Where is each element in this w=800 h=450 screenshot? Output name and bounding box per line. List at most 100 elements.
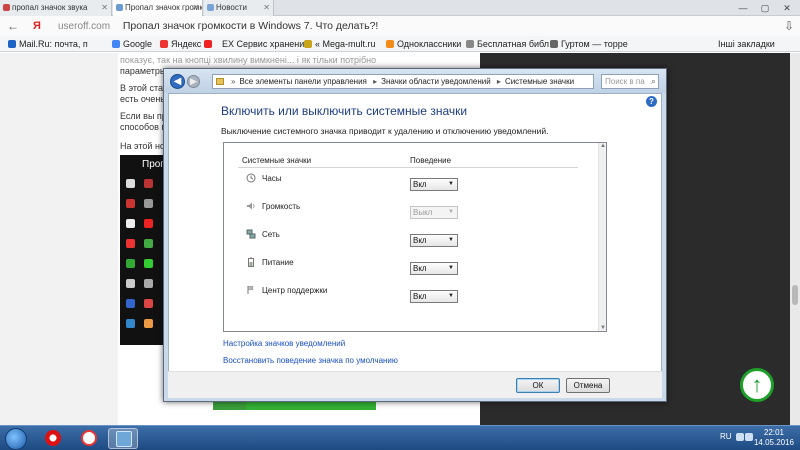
speaker-icon xyxy=(247,202,255,210)
tray-flag-icon[interactable] xyxy=(736,433,744,441)
forward-arrow-icon[interactable]: ▶ xyxy=(187,75,200,88)
flag-icon xyxy=(247,286,254,294)
tab-label: Новости xyxy=(216,3,247,12)
close-tab-icon[interactable]: ✕ xyxy=(101,0,108,16)
address-bar[interactable]: useroff.com Пропал значок громкости в Wi… xyxy=(58,19,778,33)
yandex-icon xyxy=(160,40,168,48)
close-tab-icon[interactable]: ✕ xyxy=(263,0,270,16)
maximize-icon[interactable]: ▢ xyxy=(754,0,776,16)
chevron-down-icon: ▼ xyxy=(448,293,454,299)
battery-icon xyxy=(248,257,254,267)
download-icon[interactable]: ⇩ xyxy=(782,19,796,33)
clock-behavior-select[interactable]: Вкл ▼ xyxy=(410,178,458,191)
window-footer: ОК Отмена xyxy=(168,371,662,398)
cancel-button[interactable]: Отмена xyxy=(566,378,610,393)
taskbar-opera[interactable] xyxy=(38,428,68,449)
thumb-app-icon xyxy=(126,199,135,208)
page-title: Пропал значок громкости в Windows 7. Что… xyxy=(122,20,379,32)
page-heading: Включить или выключить системные значки xyxy=(221,104,468,118)
favicon-icon xyxy=(207,4,214,11)
favicon-icon xyxy=(3,4,10,11)
back-arrow-icon[interactable]: ← xyxy=(6,19,20,33)
thumb-app-icon xyxy=(144,259,153,268)
clock-date: 14.05.2016 xyxy=(753,438,795,447)
taskbar-yandex-browser[interactable] xyxy=(74,428,104,449)
breadcrumb-item[interactable]: Значки области уведомлений xyxy=(381,77,491,86)
action-center-behavior-select[interactable]: Вкл ▼ xyxy=(410,290,458,303)
breadcrumb-item[interactable]: Все элементы панели управления xyxy=(239,77,366,86)
yandex-browser-icon xyxy=(81,430,97,446)
thumb-app-icon xyxy=(126,179,135,188)
yandex-logo-icon[interactable]: Я xyxy=(30,19,44,33)
network-behavior-select[interactable]: Вкл ▼ xyxy=(410,234,458,247)
bookmark-gurtom[interactable]: Гуртом — торре xyxy=(550,36,628,51)
scrollbar-thumb[interactable] xyxy=(792,285,798,305)
ok-button[interactable]: ОК xyxy=(516,378,560,393)
thumb-app-icon xyxy=(126,239,135,248)
breadcrumb-item[interactable]: Системные значки xyxy=(505,77,574,86)
favicon-icon xyxy=(116,4,123,11)
bookmark-mega-mult[interactable]: « Mega-mult.ru xyxy=(304,36,376,51)
odnoklassniki-icon xyxy=(386,40,394,48)
notification-icons-window: ◀ ▶ » Все элементы панели управления ▸ Зна… xyxy=(163,68,667,402)
language-indicator[interactable]: RU xyxy=(720,432,732,441)
search-input[interactable]: Поиск в па ⌕ xyxy=(601,74,659,89)
thumb-app-icon xyxy=(144,219,153,228)
scroll-down-icon[interactable]: ▼ xyxy=(600,325,606,331)
help-icon[interactable]: ? xyxy=(646,96,657,107)
list-scrollbar[interactable]: ▲ ▼ xyxy=(598,143,606,331)
bookmark-library[interactable]: Бесплатная библ xyxy=(466,36,549,51)
window-navbar: ◀ ▶ » Все элементы панели управления ▸ Зна… xyxy=(164,69,666,93)
start-button[interactable] xyxy=(5,428,27,450)
book-icon xyxy=(466,40,474,48)
bookmark-mailru[interactable]: Mail.Ru: почта, п xyxy=(8,36,88,51)
minimize-icon[interactable]: — xyxy=(732,0,754,16)
row-label-clock: Часы xyxy=(262,174,282,183)
youtube-icon xyxy=(204,40,212,48)
article-text: параметры xyxy=(120,66,167,76)
tab-active[interactable]: Пропал значок громк ✕ xyxy=(113,0,203,16)
scroll-to-top-icon[interactable]: ↑ xyxy=(740,368,774,402)
taskbar-control-panel[interactable] xyxy=(108,428,138,449)
tab-strip: пропал значок звука ✕ Пропал значок гром… xyxy=(0,0,800,16)
back-arrow-icon[interactable]: ◀ xyxy=(170,74,185,89)
thumb-app-icon xyxy=(126,219,135,228)
other-bookmarks[interactable]: Інші закладки xyxy=(718,36,775,51)
close-window-icon[interactable]: ✕ xyxy=(776,0,798,16)
thumb-app-icon xyxy=(126,299,135,308)
tab-volume-icon-missing[interactable]: пропал значок звука ✕ xyxy=(0,0,112,16)
customize-notification-icons-link[interactable]: Настройка значков уведомлений xyxy=(223,339,345,348)
bookmark-google[interactable]: Google xyxy=(112,36,152,51)
scroll-up-icon[interactable]: ▲ xyxy=(600,143,606,149)
breadcrumb[interactable]: » Все элементы панели управления ▸ Значки … xyxy=(212,74,594,89)
network-icon xyxy=(246,229,256,239)
power-behavior-select[interactable]: Вкл ▼ xyxy=(410,262,458,275)
column-header-behavior: Поведение xyxy=(410,156,452,165)
row-label-network: Сеть xyxy=(262,230,280,239)
opera-icon xyxy=(45,430,61,446)
bookmark-ex-service[interactable]: EX Сервис хранени xyxy=(222,36,304,51)
bookmark-yandex[interactable]: Яндекс xyxy=(160,36,201,51)
header-divider xyxy=(238,167,578,168)
chevron-down-icon: ▼ xyxy=(448,237,454,243)
system-clock[interactable]: 22:01 14.05.2016 xyxy=(752,428,796,448)
thumb-app-icon xyxy=(126,259,135,268)
bookmark-youtube[interactable] xyxy=(204,36,215,51)
thumb-app-icon xyxy=(144,279,153,288)
restore-default-behavior-link[interactable]: Восстановить поведение значка по умолчан… xyxy=(223,356,398,365)
clock-icon xyxy=(246,173,256,183)
article-text: способов п xyxy=(120,122,167,132)
google-icon xyxy=(112,40,120,48)
close-tab-icon[interactable]: ✕ xyxy=(192,0,199,16)
tab-news[interactable]: Новости ✕ xyxy=(204,0,274,16)
bookmarks-bar: Mail.Ru: почта, п Google Яндекс EX Серви… xyxy=(0,36,800,52)
article-text: есть очень xyxy=(120,94,165,104)
bookmark-odnoklassniki[interactable]: Одноклассники xyxy=(386,36,461,51)
system-icons-list: Системные значки Поведение ▲ ▼ Часы Вкл ▼… xyxy=(223,142,607,332)
volume-behavior-select[interactable]: Выкл ▼ xyxy=(410,206,458,219)
thumb-app-icon xyxy=(144,199,153,208)
page-scrollbar[interactable] xyxy=(790,53,800,425)
row-label-action-center: Центр поддержки xyxy=(262,286,328,295)
thumb-app-icon xyxy=(144,239,153,248)
column-header-name: Системные значки xyxy=(242,156,312,165)
